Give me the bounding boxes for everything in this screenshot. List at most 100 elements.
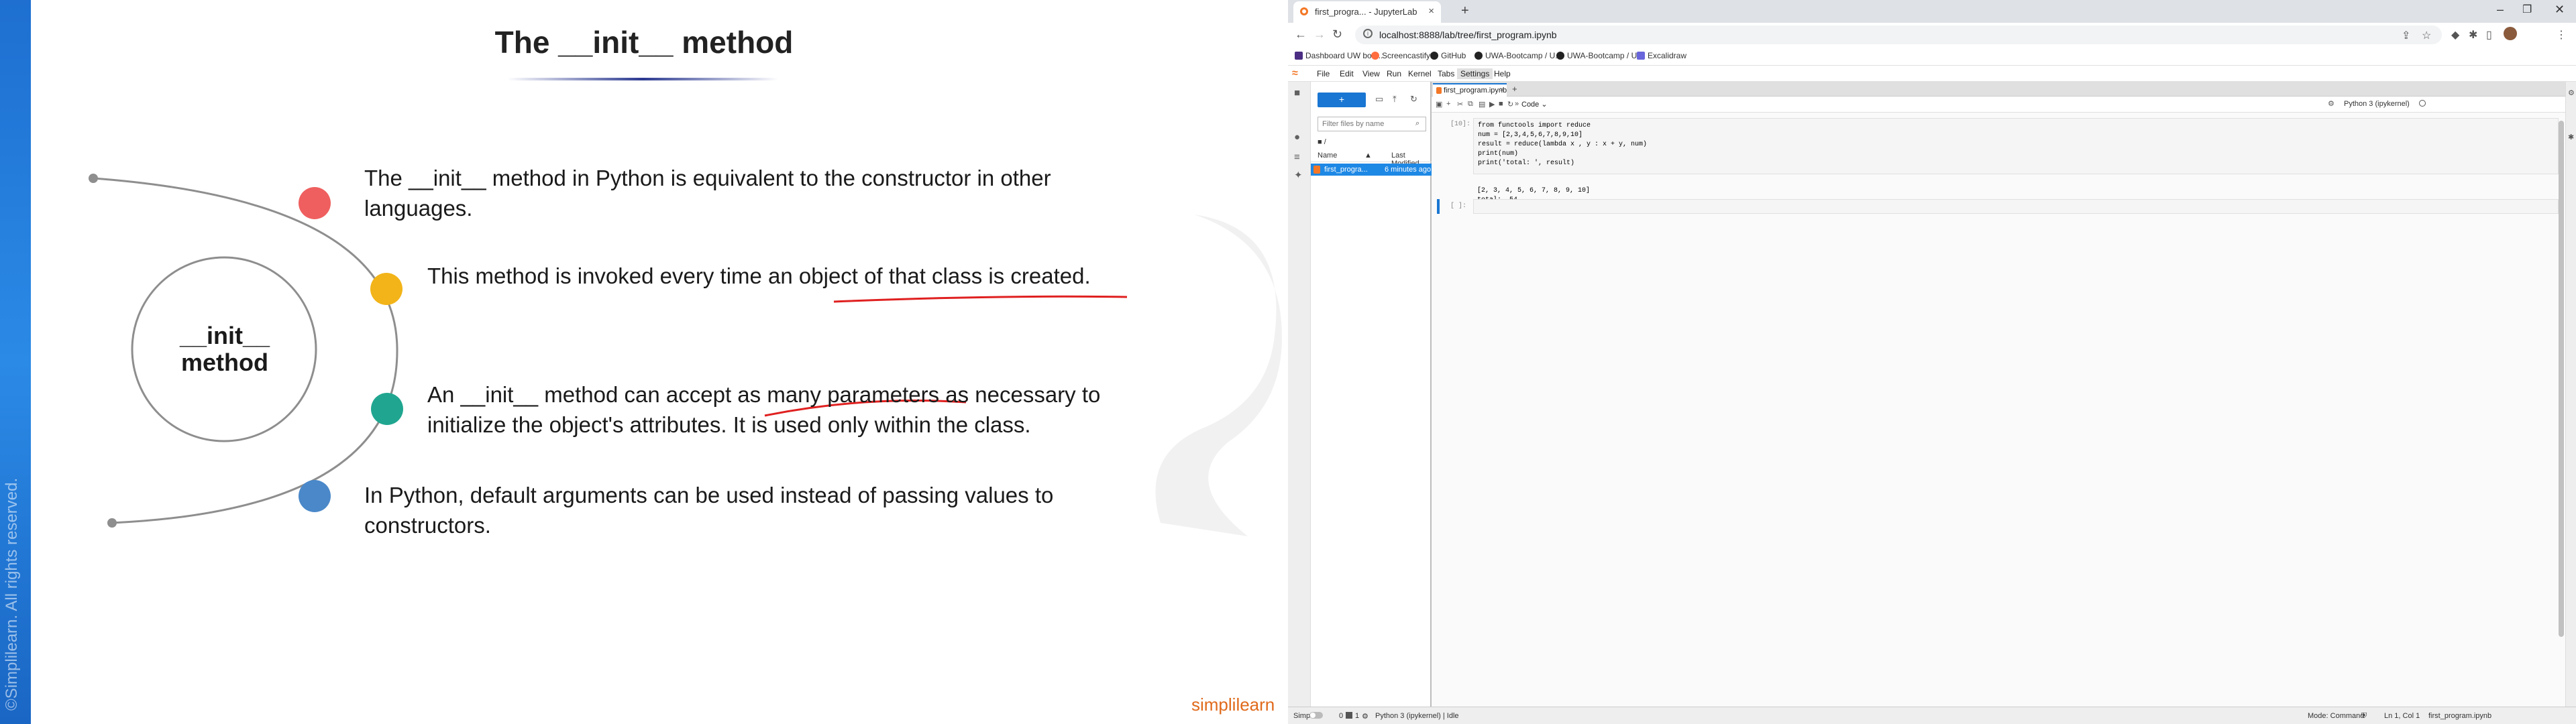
insert-cell-icon[interactable]: + [1446,100,1450,108]
tab-close-icon[interactable]: × [1428,5,1434,17]
extension-manager-icon[interactable]: ✦ [1294,169,1303,181]
new-launcher-button[interactable]: + [1318,93,1366,107]
minimize-button[interactable]: – [2497,3,2504,17]
extension-icon[interactable]: ◆ [2451,28,2459,42]
code-cell[interactable]: [10]: from functools import reduce num = … [1432,117,2565,204]
file-filter-input[interactable] [1318,117,1426,131]
running-icon[interactable]: ● [1294,131,1300,143]
bookmark-label: UWA-Bootcamp / U... [1485,51,1562,60]
file-list-header: Name ▲ Last Modified [1311,149,1432,168]
menu-view[interactable]: View [1359,68,1383,79]
bookmark-excalidraw[interactable]: Excalidraw [1637,51,1686,60]
point-text-1: The __init__ method in Python is equival… [364,166,1051,221]
forward-arrow-icon[interactable]: → [1313,27,1326,42]
cell-type-value: Code [1521,101,1540,109]
cursor-position[interactable]: Ln 1, Col 1 [2384,712,2420,720]
menu-edit[interactable]: Edit [1336,68,1357,79]
sort-caret-icon: ▲ [1364,152,1372,160]
folder-icon[interactable]: ■ [1294,87,1300,99]
cell-prompt: [ ]: [1450,202,1467,210]
reload-icon[interactable]: ↻ [1332,27,1342,42]
menu-run[interactable]: Run [1383,68,1405,79]
jupyterlab-app: ≈ File Edit View Run Kernel Tabs Setting… [1288,66,2576,724]
refresh-icon[interactable]: ↻ [1410,94,1417,105]
kernel-gear-icon: ⚙ [1362,713,1368,721]
tab-notebook[interactable]: first_program.ipynb × [1433,83,1507,97]
debugger-icon[interactable]: ✱ [2568,133,2574,141]
profile-avatar[interactable] [2504,27,2517,40]
screencastify-icon [1371,52,1379,60]
arc-end-bottom [107,518,117,528]
menu-settings[interactable]: Settings [1457,68,1493,79]
search-icon: ⌕ [1415,119,1420,127]
star-icon[interactable]: ☆ [2422,29,2431,42]
bookmark-uwa-1[interactable]: UWA-Bootcamp / U... [1474,51,1562,60]
chevron-down-icon: ⌄ [1541,101,1548,109]
browser-toolbar: ← → ↻ i localhost:8888/lab/tree/first_pr… [1288,23,2576,47]
presentation-slide: ©Simplilearn. All rights reserved. The _… [0,0,1288,724]
bookmark-uwa-2[interactable]: UWA-Bootcamp / U... [1556,51,1644,60]
new-folder-icon[interactable]: ▭ [1375,94,1383,105]
address-bar[interactable]: i localhost:8888/lab/tree/first_program.… [1355,25,2442,44]
bookmarks-bar: Dashboard UW boo... Screencastify GitHub… [1288,47,2576,66]
bookmark-github[interactable]: GitHub [1430,51,1466,60]
toc-icon[interactable]: ≡ [1294,152,1300,163]
new-tab-button[interactable]: + [1461,3,1469,19]
code-line: num = [2,3,4,5,6,7,8,9,10] [1478,131,1583,139]
right-sidebar: ⚙ ✱ [2565,82,2576,707]
cell-type-select[interactable]: Code ⌄ [1519,99,1566,111]
upload-icon[interactable]: ⤒ [1393,94,1397,105]
property-inspector-icon[interactable]: ⚙ [2568,88,2575,97]
bookmark-label: Excalidraw [1648,51,1687,60]
save-icon[interactable]: ▣ [1436,100,1442,109]
annotation-underline-1 [833,295,1128,303]
tab-close-icon[interactable]: × [1500,86,1504,94]
browser-tab[interactable]: first_progra... - JupyterLab × [1293,1,1441,23]
code-line: result = reduce(lambda x , y : x + y, nu… [1478,141,1648,148]
bookmark-label: Screencastify [1382,51,1431,60]
scroll-thumb[interactable] [2559,121,2564,637]
restart-icon[interactable]: ↻ [1507,100,1513,109]
column-name[interactable]: Name [1318,152,1337,160]
new-tab-button[interactable]: + [1512,84,1517,94]
brand-logo: simplilearn [1191,695,1275,715]
bookmark-label: GitHub [1441,51,1466,60]
breadcrumb[interactable]: ■ / [1318,138,1326,146]
file-row[interactable]: first_progra... 6 minutes ago [1311,164,1432,176]
center-label-line2: method [181,349,268,376]
copy-icon[interactable]: ⧉ [1468,100,1473,109]
kernels-count[interactable]: 1 [1355,712,1359,720]
menu-file[interactable]: File [1313,68,1333,79]
kernel-name[interactable]: Python 3 (ipykernel) [2344,100,2410,108]
menu-kernel[interactable]: Kernel [1405,68,1435,79]
share-icon[interactable]: ⇪ [2402,29,2410,42]
stop-icon[interactable]: ■ [1499,100,1503,108]
terminals-count[interactable]: 0 [1339,712,1343,720]
simple-mode-toggle[interactable] [1309,712,1323,719]
cut-icon[interactable]: ✂ [1457,100,1463,109]
bullet-dot-teal [371,393,403,425]
window-close-button[interactable]: ✕ [2555,3,2565,17]
browser-window: first_progra... - JupyterLab × + – ❐ ✕ ←… [1288,0,2576,724]
cell-editor[interactable]: from functools import reduce num = [2,3,4… [1473,118,2559,174]
bookmark-dashboard[interactable]: Dashboard UW boo... [1295,51,1383,60]
kebab-menu-icon[interactable]: ⋮ [2556,28,2567,42]
puzzle-icon[interactable]: ✱ [2469,28,2477,42]
menu-help[interactable]: Help [1491,68,1514,79]
scrollbar[interactable] [2559,113,2564,703]
paste-icon[interactable]: ▤ [1479,100,1485,109]
sidebar-icon[interactable]: ▯ [2486,28,2492,42]
active-cell-indicator [1437,199,1440,214]
output-line: [2, 3, 4, 5, 6, 7, 8, 9, 10] [1477,187,1591,194]
maximize-button[interactable]: ❐ [2522,3,2532,16]
site-info-icon[interactable]: i [1363,29,1373,38]
cell-editor[interactable] [1473,199,2559,214]
status-file-name: first_program.ipynb [2428,712,2492,720]
kernel-settings-icon[interactable]: ⚙ [2328,99,2334,108]
empty-code-cell[interactable]: [ ]: [1432,199,2565,215]
kernel-status[interactable]: Python 3 (ipykernel) | Idle [1375,712,1459,720]
run-icon[interactable]: ▶ [1489,100,1495,109]
back-arrow-icon[interactable]: ← [1295,27,1307,42]
bookmark-screencastify[interactable]: Screencastify [1371,51,1430,60]
menu-tabs[interactable]: Tabs [1434,68,1458,79]
